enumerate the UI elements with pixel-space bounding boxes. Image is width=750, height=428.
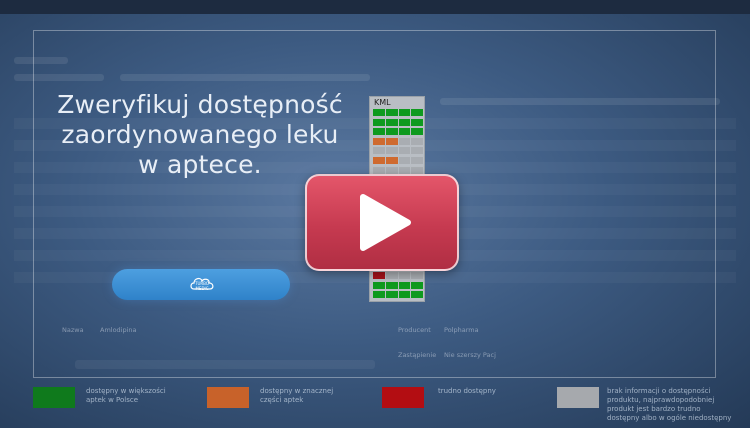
kml-status-cell (385, 291, 398, 299)
field-label-substitution: Zastąpienie (398, 351, 437, 359)
kml-status-cell (373, 118, 385, 126)
kml-row (373, 166, 423, 174)
kml-status-cell (385, 272, 398, 280)
headline-line-3: w aptece. (138, 150, 262, 179)
field-label-name: Nazwa (62, 326, 84, 334)
field-label-producer: Producent (398, 326, 431, 334)
kml-status-cell (411, 147, 423, 155)
kml-row (373, 291, 423, 299)
kml-status-cell (411, 291, 423, 299)
legend-label-line: brak informacji o dostępności (607, 387, 711, 395)
kml-row (373, 281, 423, 289)
field-value-substitution: Nie szerszy Pacj (444, 351, 496, 359)
kml-status-cell (373, 147, 385, 155)
legend-label-line: produktu, najprawdopodobniej (607, 396, 715, 404)
legend-label-line: dostępny albo w ogóle niedostępny (607, 414, 732, 422)
field-value-name: Amlodipina (100, 326, 137, 334)
kml-status-cell (398, 137, 411, 145)
play-icon (360, 194, 411, 251)
legend-label-line: dostępny w znacznej (260, 387, 334, 395)
kml-status-cell (398, 109, 411, 116)
kml-status-cell (373, 291, 385, 299)
kml-row (373, 147, 423, 155)
kml-row (373, 157, 423, 164)
cloud-logo-icon: TURBO MEDIC (188, 273, 216, 295)
headline-line-2: zaordynowanego leku (61, 120, 339, 149)
kml-status-cell (398, 166, 411, 174)
kml-status-cell (385, 118, 398, 126)
kml-status-cell (385, 128, 398, 136)
blurred-cta-button: TURBO MEDIC (112, 269, 290, 300)
kml-status-cell (411, 281, 423, 289)
kml-status-cell (411, 157, 423, 164)
kml-status-cell (373, 281, 385, 289)
play-video-button[interactable] (305, 174, 459, 271)
legend-label: dostępny w znacznej części aptek (260, 387, 333, 405)
kml-row (373, 137, 423, 145)
kml-row (373, 109, 423, 116)
legend-swatch (382, 387, 424, 408)
kml-status-cell (373, 137, 385, 145)
kml-status-cell (373, 109, 385, 116)
logo-text: TURBO MEDIC (195, 281, 209, 291)
kml-status-cell (373, 166, 385, 174)
video-headline: Zweryfikuj dostępność zaordynowanego lek… (50, 90, 350, 180)
kml-status-cell (411, 128, 423, 136)
kml-row (373, 128, 423, 136)
kml-status-cell (398, 128, 411, 136)
legend-label: brak informacji o dostępności produktu, n… (607, 387, 731, 423)
legend-label-line: dostępny w większości (86, 387, 166, 395)
legend-label-line: części aptek (260, 396, 304, 404)
kml-status-cell (385, 137, 398, 145)
kml-row (373, 118, 423, 126)
kml-status-cell (385, 166, 398, 174)
kml-status-cell (373, 128, 385, 136)
headline-line-1: Zweryfikuj dostępność (57, 90, 343, 119)
kml-status-cell (398, 272, 411, 280)
legend-label-line: trudno dostępny (438, 387, 496, 395)
kml-row (373, 272, 423, 280)
legend-swatch (207, 387, 249, 408)
legend-label: trudno dostępny (438, 387, 496, 396)
kml-status-cell (411, 137, 423, 145)
legend-swatch (557, 387, 599, 408)
kml-status-cell (411, 118, 423, 126)
kml-status-cell (411, 272, 423, 280)
kml-status-cell (385, 281, 398, 289)
kml-status-cell (373, 272, 385, 280)
legend-label: dostępny w większości aptek w Polsce (86, 387, 166, 405)
kml-status-cell (398, 118, 411, 126)
kml-status-cell (385, 109, 398, 116)
legend-swatch (33, 387, 75, 408)
kml-status-cell (385, 147, 398, 155)
legend-label-line: aptek w Polsce (86, 396, 139, 404)
window-top-bar (0, 0, 750, 14)
kml-status-cell (373, 157, 385, 164)
kml-status-cell (398, 281, 411, 289)
kml-status-cell (398, 147, 411, 155)
legend-label-line: produkt jest bardzo trudno (607, 405, 701, 413)
kml-status-cell (398, 291, 411, 299)
field-value-producer: Polpharma (444, 326, 479, 334)
kml-status-cell (411, 166, 423, 174)
kml-status-cell (385, 157, 398, 164)
kml-title: KML (374, 98, 391, 107)
kml-status-cell (398, 157, 411, 164)
kml-status-cell (411, 109, 423, 116)
